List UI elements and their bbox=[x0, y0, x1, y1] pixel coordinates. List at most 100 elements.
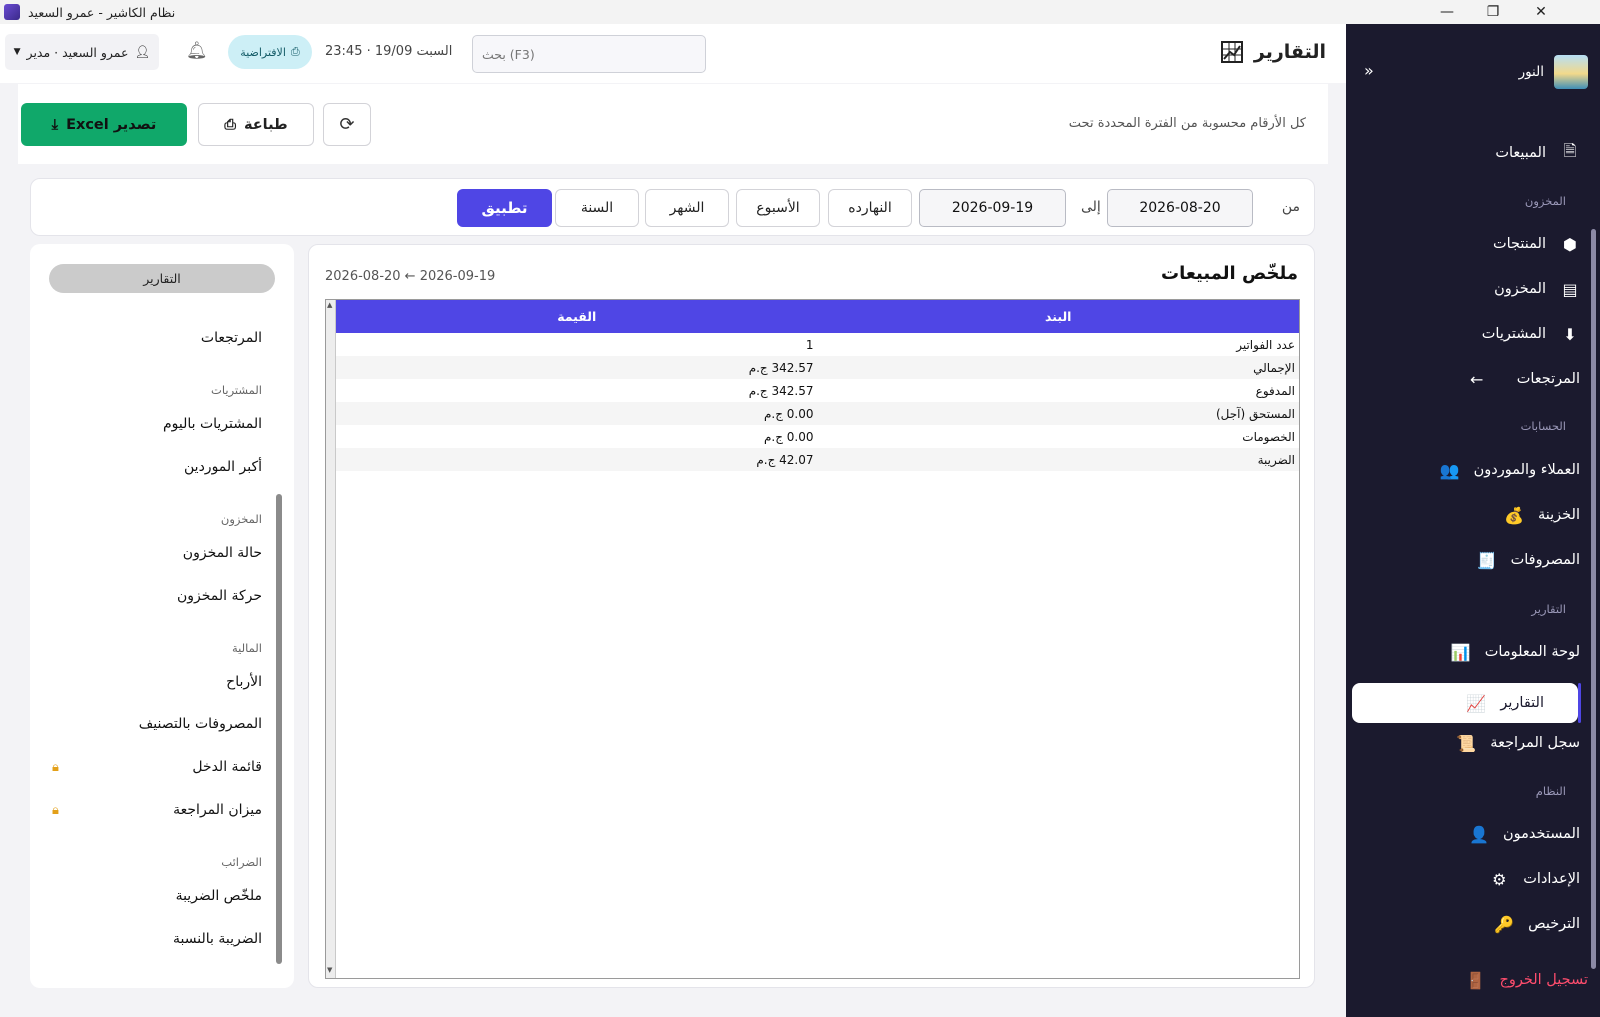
close-button[interactable]: ✕ bbox=[1518, 0, 1564, 24]
print-label: طباعة bbox=[243, 116, 288, 133]
table-row[interactable]: الخصومات 0.00 ج.م bbox=[336, 425, 1299, 448]
preset-week-button[interactable]: الأسبوع bbox=[736, 189, 820, 227]
report-item-purchases-daily[interactable]: المشتريات باليوم bbox=[163, 416, 262, 432]
report-section-finance: المالية bbox=[232, 641, 262, 655]
report-item-profits[interactable]: الأرباح bbox=[226, 674, 262, 690]
action-bar: كل الأرقام محسوبة من الفترة المحددة تحت … bbox=[18, 84, 1328, 164]
chevron-down-icon: ▼ bbox=[13, 47, 21, 57]
nav-customers-suppliers[interactable]: العملاء والموردون 👥 bbox=[1370, 452, 1580, 488]
report-date-range: 2026-08-20 ← 2026-09-19 bbox=[325, 269, 496, 284]
logout-button[interactable]: تسجيل الخروج 🚪 bbox=[1378, 962, 1588, 998]
apply-button[interactable]: تطبيق bbox=[457, 189, 552, 227]
bell-icon[interactable]: 🔔︎ bbox=[186, 41, 208, 61]
nav-users[interactable]: المستخدمون 👤 bbox=[1370, 816, 1580, 852]
window-title: نظام الكاشير - عمرو السعيد bbox=[28, 4, 176, 20]
report-item-stock-movement[interactable]: حركة المخزون bbox=[177, 588, 262, 604]
brand-logo bbox=[1554, 55, 1588, 89]
report-item-tax-by-rate[interactable]: الضريبة بالنسبة bbox=[173, 931, 262, 947]
table-row[interactable]: الإجمالي 342.57 ج.م bbox=[336, 356, 1299, 379]
nav-products[interactable]: ⬢ المنتجات bbox=[1370, 226, 1580, 262]
table-row[interactable]: الضريبة 42.07 ج.م bbox=[336, 448, 1299, 471]
nav-section-reports: التقارير bbox=[1531, 602, 1566, 616]
row-value: 0.00 ج.م bbox=[763, 429, 814, 444]
nav-dashboard[interactable]: لوحة المعلومات 📊 bbox=[1370, 634, 1580, 670]
sidebar-scrollbar[interactable] bbox=[1591, 229, 1596, 969]
nav-settings[interactable]: الإعدادات ⚙ bbox=[1370, 861, 1580, 897]
datetime: السبت 19/09 · 23:45 bbox=[325, 44, 453, 59]
row-item: المدفوع bbox=[1255, 383, 1295, 398]
search-input[interactable] bbox=[472, 35, 706, 73]
box-icon: ⬢ bbox=[1563, 234, 1577, 254]
report-title: ملخّص المبيعات bbox=[1161, 263, 1298, 284]
report-item-tax-summary[interactable]: ملخّص الضريبة bbox=[176, 888, 262, 904]
report-list-scrollbar[interactable] bbox=[276, 494, 282, 964]
to-date-input[interactable]: 2026-09-19 bbox=[919, 189, 1066, 227]
nav-purchases[interactable]: ⬇ المشتريات bbox=[1370, 316, 1580, 352]
brand[interactable]: النور bbox=[1519, 55, 1588, 89]
page-title-text: التقارير bbox=[1253, 41, 1326, 63]
nav-section-accounts: الحسابات bbox=[1520, 419, 1566, 433]
row-value: 1 bbox=[805, 337, 814, 352]
report-item-expenses-by-category[interactable]: المصروفات بالتصنيف bbox=[139, 716, 262, 732]
report-item-stock-status[interactable]: حالة المخزون bbox=[183, 545, 262, 561]
report-item-income-statement[interactable]: قائمة الدخل bbox=[192, 759, 262, 775]
user-icon: 👤 bbox=[1469, 824, 1489, 844]
table-row[interactable]: المدفوع 342.57 ج.م bbox=[336, 379, 1299, 402]
lock-icon: 🔒︎ bbox=[52, 760, 59, 775]
nav-audit-log[interactable]: سجل المراجعة 📜 bbox=[1370, 725, 1580, 761]
report-content-panel: ملخّص المبيعات 2026-08-20 ← 2026-09-19 ▲… bbox=[308, 244, 1315, 988]
report-table: البند القيمة عدد الفواتير 1 الإجمالي 342… bbox=[336, 300, 1299, 471]
row-item: الضريبة bbox=[817, 448, 1299, 471]
scroll-down-arrow[interactable]: ▼ bbox=[327, 966, 332, 974]
nav-inventory[interactable]: ▤ المخزون bbox=[1370, 271, 1580, 307]
nav-reports-active[interactable]: التقارير 📈 bbox=[1352, 683, 1581, 723]
to-label: إلى bbox=[1081, 199, 1101, 215]
return-arrow-icon: ← bbox=[1470, 369, 1484, 389]
refresh-button[interactable]: ⟳ bbox=[323, 103, 371, 146]
preset-month-button[interactable]: الشهر bbox=[645, 189, 729, 227]
app-icon bbox=[4, 4, 20, 20]
report-item-returns[interactable]: المرتجعات bbox=[201, 330, 262, 346]
export-excel-button[interactable]: تصدير Excel ⤓ bbox=[21, 103, 187, 146]
preset-year-button[interactable]: السنة bbox=[555, 189, 639, 227]
report-item-top-suppliers[interactable]: أكبر الموردين bbox=[184, 459, 262, 475]
nav-returns[interactable]: المرتجعات ← bbox=[1370, 361, 1580, 397]
nav-label: المصروفات bbox=[1510, 552, 1580, 568]
table-row[interactable]: المستحق (آجل) 0.00 ج.م bbox=[336, 402, 1299, 425]
maximize-button[interactable]: ❐ bbox=[1470, 0, 1516, 24]
report-list-header[interactable]: التقارير bbox=[49, 264, 275, 293]
nav-section-inventory: المخزون bbox=[1524, 194, 1566, 208]
nav-treasury[interactable]: الخزينة 💰 bbox=[1370, 497, 1580, 533]
row-item: الخصومات bbox=[1242, 429, 1295, 444]
nav-expenses[interactable]: المصروفات 🧾 bbox=[1370, 542, 1580, 578]
profile-badge-label: الافتراضية bbox=[240, 45, 286, 59]
period-hint: كل الأرقام محسوبة من الفترة المحددة تحت bbox=[1068, 116, 1306, 131]
print-button[interactable]: طباعة ⎙ bbox=[198, 103, 314, 146]
document-icon: 🗎 bbox=[1563, 140, 1577, 160]
nav-sales[interactable]: 🗎 المبيعات bbox=[1370, 135, 1580, 171]
minimize-button[interactable]: — bbox=[1424, 0, 1470, 24]
from-date-input[interactable]: 2026-08-20 bbox=[1107, 189, 1253, 227]
report-section-taxes: الضرائب bbox=[221, 855, 262, 869]
column-header-value[interactable]: القيمة bbox=[336, 300, 818, 333]
profile-badge[interactable]: الافتراضية ⎙ bbox=[228, 35, 312, 69]
report-item-trial-balance[interactable]: ميزان المراجعة bbox=[173, 802, 262, 818]
sidebar-collapse-button[interactable]: » bbox=[1364, 61, 1374, 80]
table-scrollbar[interactable]: ▲ ▼ bbox=[326, 300, 336, 978]
report-chart-icon bbox=[1220, 41, 1243, 63]
nav-license[interactable]: الترخيص 🔑 bbox=[1370, 906, 1580, 942]
header: التقارير السبت 19/09 · 23:45 الافتراضية … bbox=[0, 24, 1346, 83]
scroll-up-arrow[interactable]: ▲ bbox=[327, 301, 332, 309]
window-titlebar: نظام الكاشير - عمرو السعيد — ❐ ✕ bbox=[0, 0, 1600, 24]
active-indicator bbox=[1578, 683, 1581, 723]
row-value: 342.57 ج.م bbox=[336, 356, 818, 379]
people-icon: 👥 bbox=[1439, 460, 1460, 480]
user-menu[interactable]: ▼ عمرو السعيد · مدير 👤︎ bbox=[5, 34, 159, 70]
nav-label: المبيعات bbox=[1495, 145, 1546, 161]
table-row[interactable]: عدد الفواتير 1 bbox=[336, 333, 1299, 356]
row-value: 42.07 ج.م bbox=[336, 448, 818, 471]
lock-icon: 🔒︎ bbox=[52, 803, 59, 818]
preset-today-button[interactable]: النهارده bbox=[828, 189, 912, 227]
gear-icon: ⚙ bbox=[1492, 869, 1507, 889]
column-header-item[interactable]: البند bbox=[817, 300, 1299, 333]
